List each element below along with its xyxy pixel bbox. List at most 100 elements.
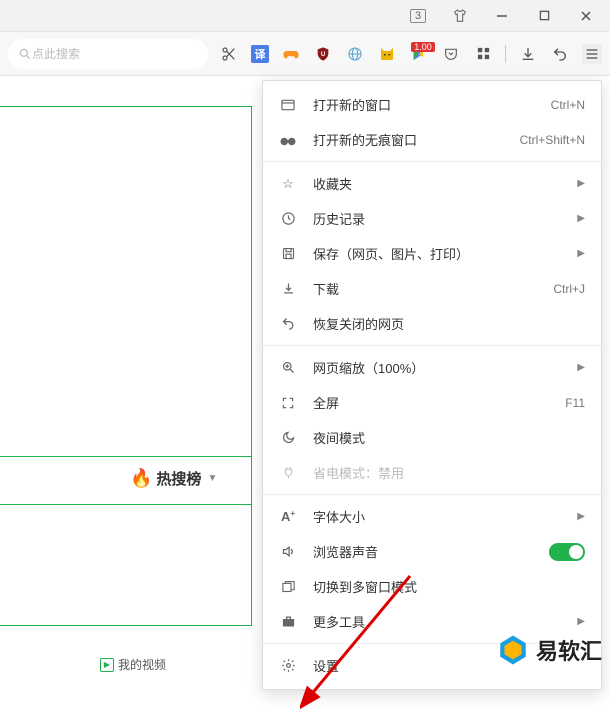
menu-label: 浏览器声音 — [313, 542, 533, 561]
maximize-button[interactable] — [526, 2, 562, 30]
menu-label: 历史记录 — [313, 209, 561, 228]
menu-reopen-tab[interactable]: 恢复关闭的网页 — [263, 306, 601, 341]
separator — [505, 45, 506, 63]
chevron-right-icon: ▶ — [577, 362, 585, 373]
menu-save[interactable]: 保存（网页、图片、打印） ▶ — [263, 236, 601, 271]
zoom-icon — [279, 360, 297, 375]
menu-label: 下载 — [313, 279, 537, 298]
tab-count-button[interactable]: 3 — [400, 2, 436, 30]
content-area: 🔥 热搜榜 ▼ ▶ 我的视频 打开新的窗口 Ctrl+N 打开新的无痕窗口 Ct… — [0, 76, 610, 675]
menu-shortcut: F11 — [565, 396, 585, 410]
windows-icon — [279, 579, 297, 594]
menu-multi-window[interactable]: 切换到多窗口模式 — [263, 569, 601, 604]
undo-icon — [279, 316, 297, 331]
menu-separator — [263, 345, 601, 346]
chevron-right-icon: ▶ — [577, 616, 585, 627]
menu-shortcut: Ctrl+J — [553, 282, 585, 296]
badge-icon: 1.00 — [411, 42, 435, 52]
incognito-icon — [279, 134, 297, 146]
translate-icon[interactable]: 译 — [251, 45, 269, 63]
search-box[interactable] — [8, 39, 208, 69]
minimize-button[interactable] — [484, 2, 520, 30]
menu-label: 夜间模式 — [313, 428, 585, 447]
menu-zoom[interactable]: 网页缩放（100%） ▶ — [263, 350, 601, 385]
fullscreen-icon — [279, 396, 297, 410]
search-icon — [18, 47, 32, 61]
globe-icon[interactable] — [345, 44, 365, 64]
toolbar-icons: 译 U 1.00 — [219, 44, 602, 64]
menu-label: 全屏 — [313, 393, 549, 412]
caret-down-icon: ▼ — [207, 473, 217, 484]
chevron-right-icon: ▶ — [577, 248, 585, 259]
toolbox-icon — [279, 614, 297, 629]
hot-search-label: 热搜榜 — [156, 468, 201, 489]
menu-separator — [263, 161, 601, 162]
menu-fullscreen[interactable]: 全屏 F11 — [263, 385, 601, 420]
play-store-icon[interactable]: 1.00 — [409, 44, 429, 64]
watermark-icon — [496, 633, 530, 667]
window-titlebar: 3 — [0, 0, 610, 32]
menu-label: 更多工具 — [313, 612, 561, 631]
menu-shortcut: Ctrl+Shift+N — [520, 133, 585, 147]
browser-toolbar: 译 U 1.00 — [0, 32, 610, 76]
menu-label: 切换到多窗口模式 — [313, 577, 585, 596]
menu-separator — [263, 494, 601, 495]
flame-icon: 🔥 — [130, 468, 152, 489]
menu-font-size[interactable]: A+ 字体大小 ▶ — [263, 499, 601, 534]
pocket-icon[interactable] — [441, 44, 461, 64]
game-icon[interactable] — [281, 44, 301, 64]
tshirt-icon[interactable] — [442, 2, 478, 30]
divider — [0, 504, 252, 505]
menu-label: 省电模式：禁用 — [313, 463, 585, 482]
divider — [0, 456, 252, 457]
menu-label: 收藏夹 — [313, 174, 561, 193]
search-input[interactable] — [32, 47, 198, 61]
my-video-label: 我的视频 — [118, 656, 166, 673]
window-icon — [279, 97, 297, 113]
star-icon: ☆ — [279, 176, 297, 192]
play-icon: ▶ — [100, 658, 114, 672]
menu-history[interactable]: 历史记录 ▶ — [263, 201, 601, 236]
moon-icon — [279, 430, 297, 445]
download-icon — [279, 281, 297, 296]
svg-text:U: U — [321, 52, 325, 58]
menu-favorites[interactable]: ☆ 收藏夹 ▶ — [263, 166, 601, 201]
menu-downloads[interactable]: 下载 Ctrl+J — [263, 271, 601, 306]
plug-icon — [279, 465, 297, 480]
gear-icon — [279, 658, 297, 673]
menu-night-mode[interactable]: 夜间模式 — [263, 420, 601, 455]
clock-icon — [279, 211, 297, 226]
sound-toggle[interactable] — [549, 543, 585, 561]
left-panel — [0, 106, 252, 626]
menu-new-window[interactable]: 打开新的窗口 Ctrl+N — [263, 87, 601, 122]
tab-count-badge: 3 — [410, 9, 426, 23]
font-icon: A+ — [279, 509, 297, 524]
shield-icon[interactable]: U — [313, 44, 333, 64]
chevron-right-icon: ▶ — [577, 511, 585, 522]
save-icon — [279, 246, 297, 261]
speaker-icon — [279, 544, 297, 559]
menu-shortcut: Ctrl+N — [551, 98, 585, 112]
chevron-right-icon: ▶ — [577, 178, 585, 189]
menu-power-save: 省电模式：禁用 — [263, 455, 601, 490]
menu-label: 字体大小 — [313, 507, 561, 526]
scissors-icon[interactable] — [219, 44, 239, 64]
undo-icon[interactable] — [550, 44, 570, 64]
menu-new-private-window[interactable]: 打开新的无痕窗口 Ctrl+Shift+N — [263, 122, 601, 157]
cat-icon[interactable] — [377, 44, 397, 64]
watermark-text: 易软汇 — [536, 634, 602, 666]
menu-label: 打开新的无痕窗口 — [313, 130, 504, 149]
menu-label: 恢复关闭的网页 — [313, 314, 585, 333]
close-button[interactable] — [568, 2, 604, 30]
menu-browser-sound[interactable]: 浏览器声音 — [263, 534, 601, 569]
hot-search-button[interactable]: 🔥 热搜榜 ▼ — [130, 468, 217, 489]
download-icon[interactable] — [518, 44, 538, 64]
hamburger-menu-icon[interactable] — [582, 44, 602, 64]
menu-label: 打开新的窗口 — [313, 95, 535, 114]
my-video-link[interactable]: ▶ 我的视频 — [100, 656, 166, 673]
grid-icon[interactable] — [473, 44, 493, 64]
main-menu: 打开新的窗口 Ctrl+N 打开新的无痕窗口 Ctrl+Shift+N ☆ 收藏… — [262, 80, 602, 690]
menu-label: 网页缩放（100%） — [313, 358, 561, 377]
watermark: 易软汇 — [496, 633, 602, 667]
menu-label: 保存（网页、图片、打印） — [313, 244, 561, 263]
